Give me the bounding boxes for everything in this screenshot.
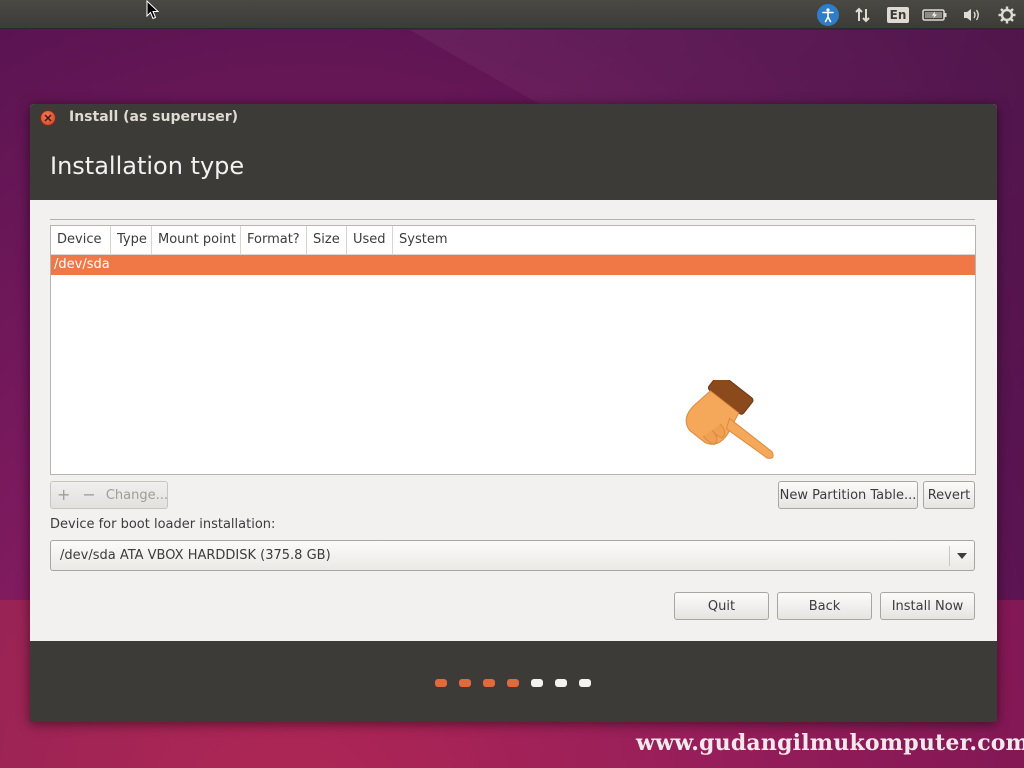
remove-partition-button[interactable]: − [76,482,101,508]
revert-button[interactable]: Revert [923,481,975,509]
language-indicator[interactable]: En [886,4,910,26]
column-header-type[interactable]: Type [111,226,152,254]
accessibility-icon[interactable] [817,4,839,26]
window-title: Install (as superuser) [69,109,238,125]
column-header-mount-point[interactable]: Mount point [152,226,241,254]
gear-icon[interactable] [996,4,1018,26]
watermark-text: www.gudangilmukomputer.com [636,730,1024,756]
battery-icon[interactable] [922,4,948,26]
progress-dots [435,679,591,687]
boot-loader-select[interactable]: /dev/sda ATA VBOX HARDDISK (375.8 GB) [50,540,975,571]
divider [50,219,975,220]
installer-window: Install (as superuser) Installation type… [30,104,997,722]
installer-footer [30,641,997,722]
progress-dot-complete [459,679,471,687]
progress-dot-pending [555,679,567,687]
progress-dot-complete [507,679,519,687]
change-partition-button[interactable]: Change... [102,488,168,503]
page-title: Installation type [50,152,245,180]
top-panel: En [0,0,1024,29]
install-now-button[interactable]: Install Now [880,592,975,620]
column-header-used[interactable]: Used [347,226,393,254]
partition-table-header: Device Type Mount point Format? Size Use… [51,226,975,255]
page-header: Installation type [30,130,997,200]
boot-loader-label: Device for boot loader installation: [50,517,276,532]
progress-dot-pending [531,679,543,687]
progress-dot-complete [435,679,447,687]
network-updown-icon[interactable] [852,4,874,26]
mouse-pointer-icon [146,0,160,20]
partition-table[interactable]: Device Type Mount point Format? Size Use… [50,225,976,475]
volume-icon[interactable] [961,4,983,26]
close-icon[interactable] [40,110,56,126]
boot-loader-value: /dev/sda ATA VBOX HARDDISK (375.8 GB) [60,548,331,563]
system-tray: En [817,3,1018,27]
progress-dot-pending [579,679,591,687]
pointing-hand-icon [685,380,774,459]
progress-dot-complete [483,679,495,687]
column-header-format[interactable]: Format? [241,226,307,254]
partition-toolbar: + − Change... [50,481,168,509]
add-partition-button[interactable]: + [51,482,76,508]
column-header-system[interactable]: System [393,226,975,254]
chevron-down-icon[interactable] [957,553,967,559]
language-label: En [886,7,910,23]
quit-button[interactable]: Quit [674,592,769,620]
select-divider [949,546,950,566]
row-device: /dev/sda [54,257,110,272]
table-row-selected[interactable]: /dev/sda [51,255,975,275]
back-button[interactable]: Back [777,592,872,620]
window-titlebar[interactable]: Install (as superuser) [30,104,997,130]
column-header-device[interactable]: Device [51,226,111,254]
column-header-size[interactable]: Size [307,226,347,254]
